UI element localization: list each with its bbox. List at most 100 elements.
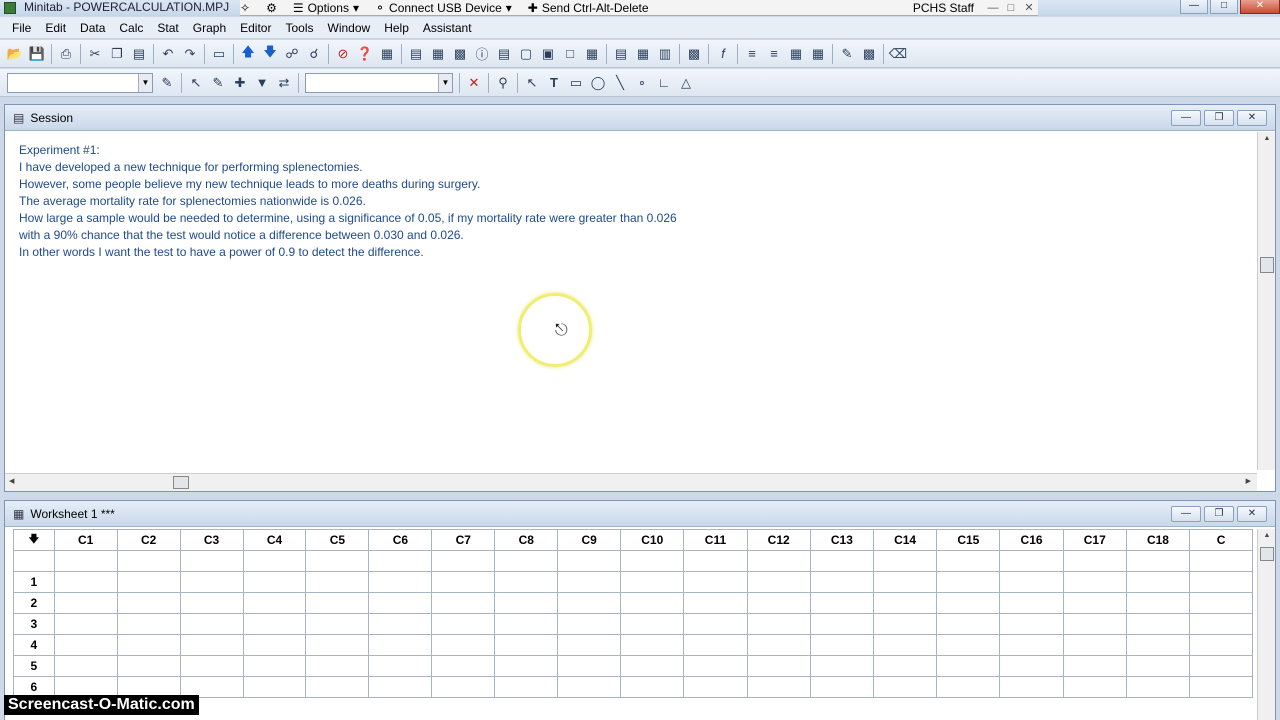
session-window-icon[interactable]: ▤ [406, 44, 426, 64]
cell[interactable] [1062, 634, 1127, 656]
cell[interactable] [809, 634, 875, 656]
cell[interactable] [431, 634, 496, 656]
column-name-cell[interactable] [872, 550, 938, 572]
cell[interactable] [999, 592, 1064, 614]
cell[interactable] [116, 634, 181, 656]
cell[interactable] [305, 613, 370, 635]
cell[interactable] [809, 613, 875, 635]
ellipse-tool-icon[interactable]: ◯ [588, 73, 608, 93]
cell[interactable] [620, 592, 685, 614]
eraser-icon[interactable]: ⌫ [888, 44, 908, 64]
scroll-right-icon[interactable]: ▶ [1246, 477, 1251, 485]
cell[interactable] [179, 634, 244, 656]
column-name-cell[interactable] [1125, 550, 1191, 572]
cell[interactable] [431, 592, 496, 614]
cell[interactable] [872, 592, 938, 614]
remote-close-icon[interactable]: ✕ [1020, 1, 1038, 14]
cell[interactable] [53, 613, 118, 635]
menu-calc[interactable]: Calc [119, 21, 143, 35]
menu-tools[interactable]: Tools [285, 21, 313, 35]
connect-usb-device-menu[interactable]: ⚬ Connect USB Device ▾ [375, 1, 516, 15]
cell[interactable] [494, 571, 559, 593]
cell[interactable] [1125, 676, 1191, 698]
cell[interactable] [179, 592, 244, 614]
menu-file[interactable]: File [12, 21, 31, 35]
cell[interactable] [872, 613, 938, 635]
cell[interactable] [1189, 592, 1253, 614]
cell[interactable] [368, 655, 433, 677]
new-document-icon[interactable]: □ [560, 44, 580, 64]
print-icon[interactable]: ⎙ [56, 44, 76, 64]
column-header[interactable]: C14 [872, 529, 938, 551]
cell[interactable] [1062, 571, 1127, 593]
cell[interactable] [557, 592, 622, 614]
row-header[interactable]: 1 [13, 571, 55, 593]
related-documents-icon[interactable]: ▦ [582, 44, 602, 64]
cell[interactable] [53, 634, 118, 656]
cell[interactable] [620, 655, 685, 677]
edit-last-dialog-icon[interactable]: ▭ [209, 44, 229, 64]
remote-connection-icon[interactable]: ⚙ [266, 1, 281, 15]
data-direction-arrow-icon[interactable]: 🡇 [13, 529, 55, 551]
column-name-cell[interactable] [1062, 550, 1127, 572]
function-icon[interactable]: f [713, 44, 733, 64]
menu-edit[interactable]: Edit [45, 21, 66, 35]
cell[interactable] [936, 634, 1001, 656]
cell[interactable] [936, 592, 1001, 614]
cell[interactable] [1189, 676, 1253, 698]
pointer-icon[interactable]: ↖ [522, 73, 542, 93]
minimize-button[interactable]: — [1180, 0, 1208, 14]
row-header[interactable]: 3 [13, 613, 55, 635]
session-minimize-button[interactable]: — [1171, 110, 1201, 126]
find-icon[interactable]: ☍ [282, 44, 302, 64]
arrow-down-icon[interactable]: 🡇 [260, 44, 280, 64]
cell[interactable] [936, 571, 1001, 593]
swap-icon[interactable]: ⇄ [274, 73, 294, 93]
arrow-up-icon[interactable]: 🡅 [238, 44, 258, 64]
cell[interactable] [746, 634, 811, 656]
worksheet-window-icon[interactable]: ▦ [428, 44, 448, 64]
send-ctrl-alt-delete-button[interactable]: ✚ Send Ctrl-Alt-Delete [528, 1, 649, 15]
scroll-up-icon[interactable]: ▲ [1258, 532, 1276, 539]
cell[interactable] [431, 613, 496, 635]
session-horizontal-scrollbar[interactable]: ◀ ▶ [5, 473, 1257, 491]
annotation-combo[interactable]: ▼ [305, 72, 453, 93]
column-name-cell[interactable] [116, 550, 181, 572]
cell[interactable] [746, 676, 811, 698]
cell[interactable] [305, 634, 370, 656]
cell[interactable] [746, 613, 811, 635]
column-header[interactable]: C5 [305, 529, 370, 551]
text-tool-icon[interactable]: T [544, 73, 564, 93]
remote-restore-icon[interactable]: □ [1002, 2, 1020, 14]
cell[interactable] [242, 571, 307, 593]
cell[interactable] [494, 592, 559, 614]
cell[interactable] [305, 676, 370, 698]
cell[interactable] [746, 571, 811, 593]
session-restore-button[interactable]: ❐ [1204, 110, 1234, 126]
column-header[interactable]: C4 [242, 529, 307, 551]
cell[interactable] [116, 592, 181, 614]
cell[interactable] [1125, 655, 1191, 677]
column-name-cell[interactable] [368, 550, 433, 572]
column-header[interactable]: C18 [1125, 529, 1191, 551]
cell[interactable] [179, 571, 244, 593]
column-header[interactable]: C11 [683, 529, 748, 551]
column-name-cell[interactable] [1189, 550, 1253, 572]
cell[interactable] [999, 676, 1064, 698]
column-header[interactable]: C2 [116, 529, 181, 551]
insert-rows-icon[interactable]: ≡ [764, 44, 784, 64]
cell[interactable] [620, 571, 685, 593]
cell[interactable] [1189, 571, 1253, 593]
cell[interactable] [494, 655, 559, 677]
cell[interactable] [242, 655, 307, 677]
column-header[interactable]: C3 [179, 529, 244, 551]
graph-element-combo[interactable]: ▼ [7, 72, 153, 93]
menu-assistant[interactable]: Assistant [423, 21, 472, 35]
flag-icon[interactable]: ▼ [252, 73, 272, 93]
cell[interactable] [1125, 613, 1191, 635]
delete-icon[interactable]: ✕ [464, 73, 484, 93]
cell[interactable] [683, 655, 748, 677]
cancel-icon[interactable]: ⊘ [333, 44, 353, 64]
cell[interactable] [557, 634, 622, 656]
report-pad-icon[interactable]: ▣ [538, 44, 558, 64]
